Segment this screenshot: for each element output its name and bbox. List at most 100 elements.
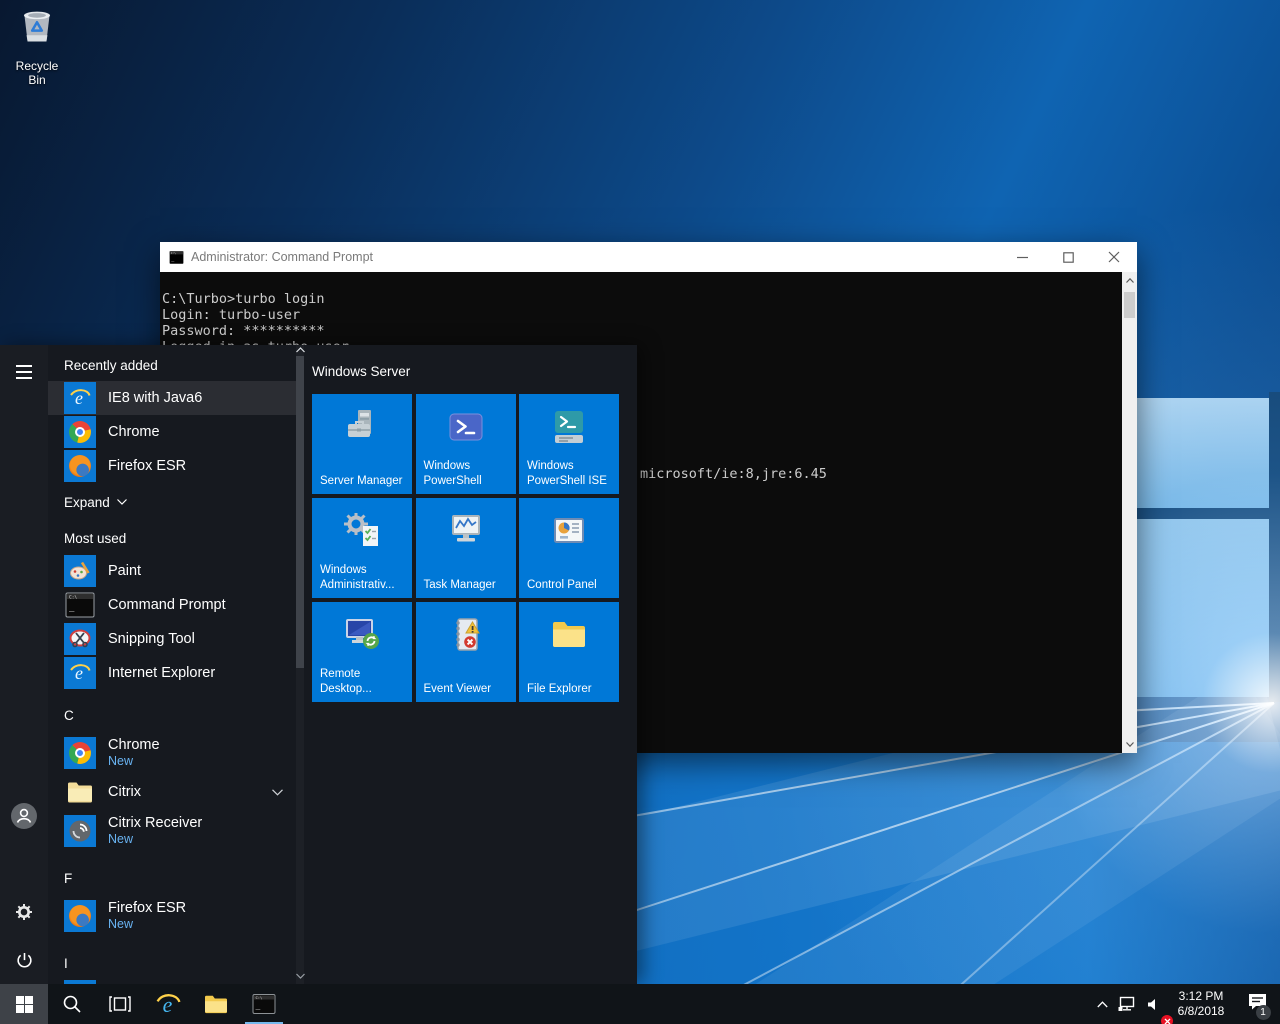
expand-button[interactable]: Expand xyxy=(64,491,296,513)
svg-text:_: _ xyxy=(69,603,75,613)
tile-task-manager[interactable]: Task Manager xyxy=(416,498,516,598)
windows-logo-icon xyxy=(16,996,33,1013)
maximize-button[interactable] xyxy=(1045,242,1091,272)
console-scrollbar[interactable] xyxy=(1122,272,1137,753)
volume-tray-icon[interactable] xyxy=(1140,984,1168,1024)
notification-count-badge: 1 xyxy=(1256,1005,1271,1020)
recycle-bin-icon xyxy=(14,6,60,52)
search-button[interactable] xyxy=(48,984,96,1024)
snipping-tool-icon xyxy=(64,623,96,655)
tile-control-panel[interactable]: Control Panel xyxy=(519,498,619,598)
event-viewer-icon xyxy=(416,611,516,659)
command-prompt-titlebar[interactable]: C:\ _ Administrator: Command Prompt xyxy=(160,242,1137,272)
app-item-citrix-receiver[interactable]: Citrix Receiver New xyxy=(48,809,296,853)
section-header-i: I xyxy=(64,956,296,973)
power-icon xyxy=(15,951,34,970)
user-avatar-icon xyxy=(11,803,37,829)
tile-event-viewer[interactable]: Event Viewer xyxy=(416,602,516,702)
powershell-ise-icon xyxy=(519,403,619,451)
app-item-chrome-new[interactable]: Chrome New xyxy=(48,731,296,775)
network-tray-icon[interactable] xyxy=(1114,984,1140,1024)
app-item-citrix-folder[interactable]: Citrix xyxy=(48,775,296,809)
start-menu-app-list: Recently added e IE8 with Java6 Chrome F… xyxy=(48,345,296,984)
close-icon xyxy=(1108,251,1120,263)
scroll-down-arrow-icon[interactable] xyxy=(1122,737,1137,752)
start-menu-scrollbar-thumb[interactable] xyxy=(296,356,304,668)
window-title: Administrator: Command Prompt xyxy=(191,250,999,264)
console-scrollbar-thumb[interactable] xyxy=(1124,292,1135,318)
scroll-down-arrow-icon[interactable] xyxy=(295,972,305,980)
new-badge: New xyxy=(108,917,186,932)
tile-remote-desktop[interactable]: Remote Desktop... xyxy=(312,602,412,702)
paint-icon xyxy=(64,555,96,587)
citrix-receiver-icon xyxy=(64,815,96,847)
close-button[interactable] xyxy=(1091,242,1137,272)
console-visible-fragment: microsoft/ie:8,jre:6.45 xyxy=(640,466,827,482)
tray-expand-button[interactable] xyxy=(1090,984,1114,1024)
section-header-c: C xyxy=(64,708,296,725)
start-menu-rail xyxy=(0,345,48,984)
taskbar-clock[interactable]: 3:12 PM 6/8/2018 xyxy=(1168,984,1234,1024)
start-menu: Recently added e IE8 with Java6 Chrome F… xyxy=(0,345,637,984)
powershell-icon xyxy=(416,403,516,451)
chevron-down-icon xyxy=(117,499,127,505)
recycle-bin-desktop-icon[interactable]: Recycle Bin xyxy=(6,6,68,87)
start-button[interactable] xyxy=(0,984,48,1024)
power-button[interactable] xyxy=(0,936,48,984)
maximize-icon xyxy=(1063,252,1074,263)
control-panel-icon xyxy=(519,507,619,555)
app-item-firefox-esr[interactable]: Firefox ESR xyxy=(48,449,296,483)
volume-muted-badge xyxy=(1161,1015,1173,1024)
ethernet-icon xyxy=(1118,996,1136,1012)
internet-explorer-icon: e xyxy=(155,991,182,1018)
new-badge: New xyxy=(108,832,202,847)
hamburger-icon xyxy=(16,365,32,379)
minimize-button[interactable] xyxy=(999,242,1045,272)
tray-date: 6/8/2018 xyxy=(1178,1004,1225,1019)
tile-windows-powershell[interactable]: Windows PowerShell xyxy=(416,394,516,494)
chrome-icon xyxy=(64,416,96,448)
chevron-down-icon[interactable] xyxy=(272,789,283,796)
app-item-command-prompt[interactable]: C:\ _ Command Prompt xyxy=(48,588,296,622)
chevron-up-icon xyxy=(1097,1001,1108,1008)
desktop: Recycle Bin C:\ _ Administrator: Command… xyxy=(0,0,1280,1024)
tile-server-manager[interactable]: Server Manager xyxy=(312,394,412,494)
user-account-button[interactable] xyxy=(0,792,48,840)
svg-text:C:\: C:\ xyxy=(256,995,263,1000)
start-menu-scrollbar[interactable] xyxy=(296,345,304,984)
system-tray: 3:12 PM 6/8/2018 1 xyxy=(1090,984,1280,1024)
app-item-internet-explorer[interactable]: e Internet Explorer xyxy=(48,656,296,690)
svg-text:C:\: C:\ xyxy=(69,594,77,600)
taskbar: e C:\ _ xyxy=(0,984,1280,1024)
scroll-up-arrow-icon[interactable] xyxy=(295,346,305,354)
speaker-icon xyxy=(1146,997,1162,1012)
tile-windows-administrative-tools[interactable]: Windows Administrativ... xyxy=(312,498,412,598)
task-view-button[interactable] xyxy=(96,984,144,1024)
taskbar-internet-explorer-button[interactable]: e xyxy=(144,984,192,1024)
task-view-icon xyxy=(109,995,131,1013)
task-manager-icon xyxy=(416,507,516,555)
app-item-firefox-esr-new[interactable]: Firefox ESR New xyxy=(48,894,296,938)
scroll-up-arrow-icon[interactable] xyxy=(1122,273,1137,288)
command-prompt-app-icon: C:\ _ xyxy=(64,589,96,621)
app-item-paint[interactable]: Paint xyxy=(48,554,296,588)
taskbar-command-prompt-button[interactable]: C:\ _ xyxy=(240,984,288,1024)
app-item-ie8-with-java6[interactable]: e IE8 with Java6 xyxy=(48,381,296,415)
app-item-chrome[interactable]: Chrome xyxy=(48,415,296,449)
minimize-icon xyxy=(1017,252,1028,263)
settings-button[interactable] xyxy=(0,888,48,936)
file-explorer-icon xyxy=(519,611,619,659)
action-center-button[interactable]: 1 xyxy=(1234,984,1280,1024)
firefox-icon xyxy=(64,450,96,482)
hamburger-menu-button[interactable] xyxy=(0,348,48,396)
command-prompt-icon: C:\ _ xyxy=(169,250,184,265)
new-badge: New xyxy=(108,754,160,769)
gear-icon xyxy=(14,902,34,922)
file-explorer-icon xyxy=(203,993,229,1015)
taskbar-file-explorer-button[interactable] xyxy=(192,984,240,1024)
tile-windows-powershell-ise[interactable]: Windows PowerShell ISE xyxy=(519,394,619,494)
tile-file-explorer[interactable]: File Explorer xyxy=(519,602,619,702)
section-header-recently-added: Recently added xyxy=(64,358,296,375)
app-item-snipping-tool[interactable]: Snipping Tool xyxy=(48,622,296,656)
tile-group-label[interactable]: Windows Server xyxy=(312,364,410,379)
